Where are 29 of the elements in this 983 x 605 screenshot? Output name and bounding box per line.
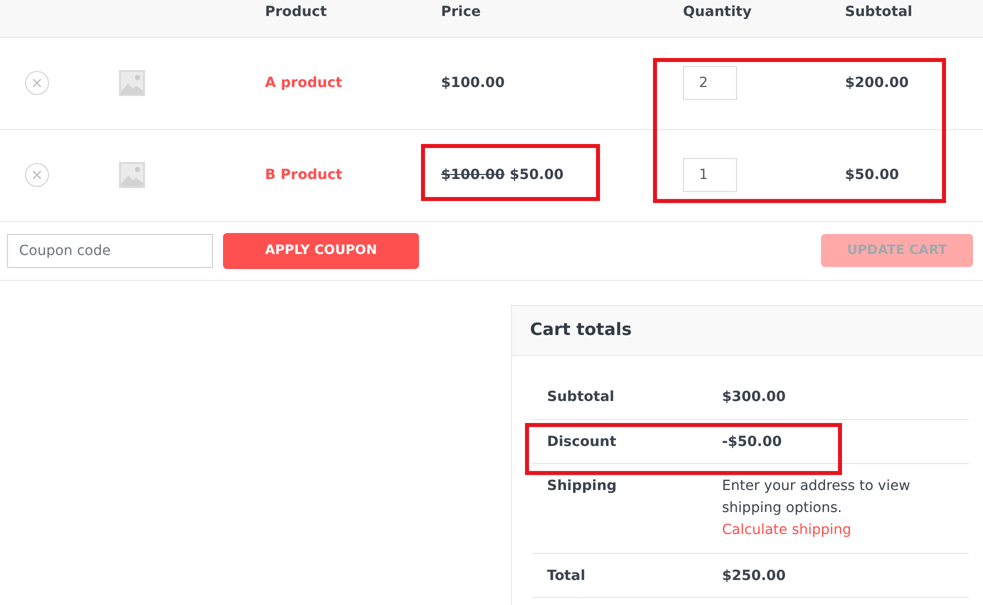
totals-value: $300.00 [722, 389, 786, 406]
coupon-field[interactable]: Coupon code [7, 234, 213, 268]
quantity-field[interactable]: 2 [683, 66, 737, 100]
subtotal-text: $200.00 [845, 75, 909, 91]
quantity-field[interactable]: 1 [683, 158, 737, 192]
column-header: Product [265, 4, 327, 20]
image-placeholder-icon [119, 162, 145, 188]
calculate-shipping-link[interactable]: Calculate shipping [722, 519, 969, 541]
price-text: $100.00 [441, 75, 505, 91]
image-placeholder-icon [119, 70, 145, 96]
old-price: $100.00 [441, 167, 505, 183]
column-header: Price [441, 4, 481, 20]
panel-title: Cart totals [530, 320, 632, 340]
shipping-note: Enter your address to view shipping options. [722, 477, 912, 518]
totals-label: Total [547, 568, 586, 584]
close-icon[interactable] [25, 71, 49, 95]
column-header: Quantity [683, 4, 752, 20]
totals-label: Shipping [547, 478, 617, 494]
totals-label: Subtotal [547, 389, 614, 406]
close-icon[interactable] [25, 163, 49, 187]
subtotal-text: $50.00 [845, 167, 900, 183]
apply-coupon-button[interactable]: APPLY COUPON [223, 232, 419, 268]
column-header: Subtotal [845, 4, 912, 20]
product-link[interactable]: B Product [265, 167, 342, 183]
sale-price: $50.00 [510, 167, 564, 183]
product-link[interactable]: A product [265, 75, 342, 91]
totals-value: -$50.00 [722, 434, 782, 450]
totals-value: $250.00 [722, 568, 786, 584]
totals-label: Discount [547, 434, 616, 450]
